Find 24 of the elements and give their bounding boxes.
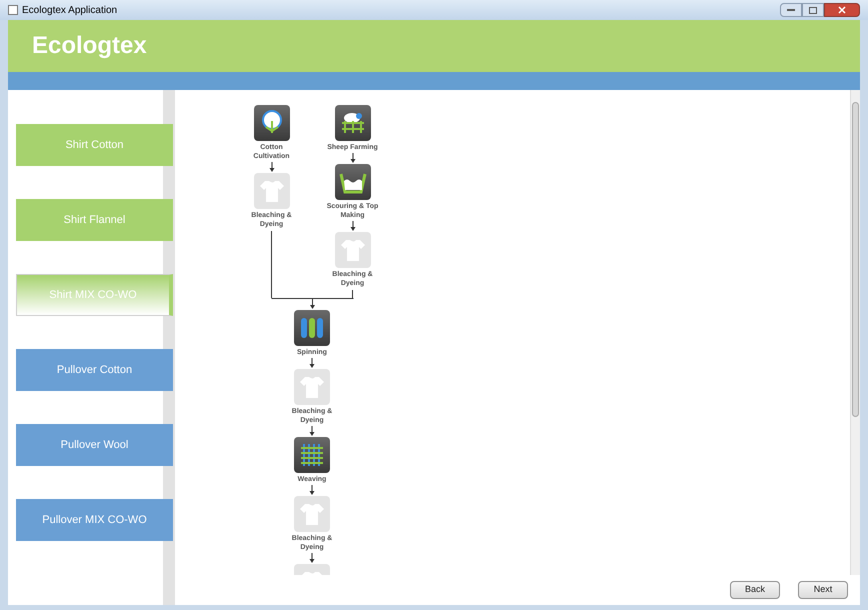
arrow-icon [350, 153, 356, 163]
close-icon [838, 6, 846, 14]
sidebar-item[interactable]: Pullover Wool [16, 424, 173, 466]
arrow-icon [350, 221, 356, 231]
arrow-icon [309, 358, 315, 368]
window-title: Ecologtex Application [22, 4, 118, 18]
maximize-icon [809, 6, 817, 14]
nav-button[interactable]: Next [798, 581, 848, 599]
arrow-icon [309, 553, 315, 563]
sidebar-item[interactable]: Shirt Cotton [16, 124, 173, 166]
minimize-button[interactable] [780, 3, 802, 17]
close-button[interactable] [824, 3, 860, 17]
arrow-icon [309, 485, 315, 495]
sidebar-item[interactable]: Pullover MIX CO-WO [16, 499, 173, 541]
sidebar-item[interactable]: Shirt Flannel [16, 199, 173, 241]
arrow-icon [268, 162, 274, 172]
app-title: Ecologtex [32, 31, 147, 61]
arrow-icon [309, 426, 315, 436]
app-icon [8, 5, 18, 15]
nav-button[interactable]: Back [730, 581, 780, 599]
scrollbar[interactable] [850, 90, 860, 575]
maximize-button[interactable] [802, 3, 824, 17]
minimize-icon [787, 8, 795, 12]
sidebar-item[interactable]: Pullover Cotton [16, 349, 173, 391]
